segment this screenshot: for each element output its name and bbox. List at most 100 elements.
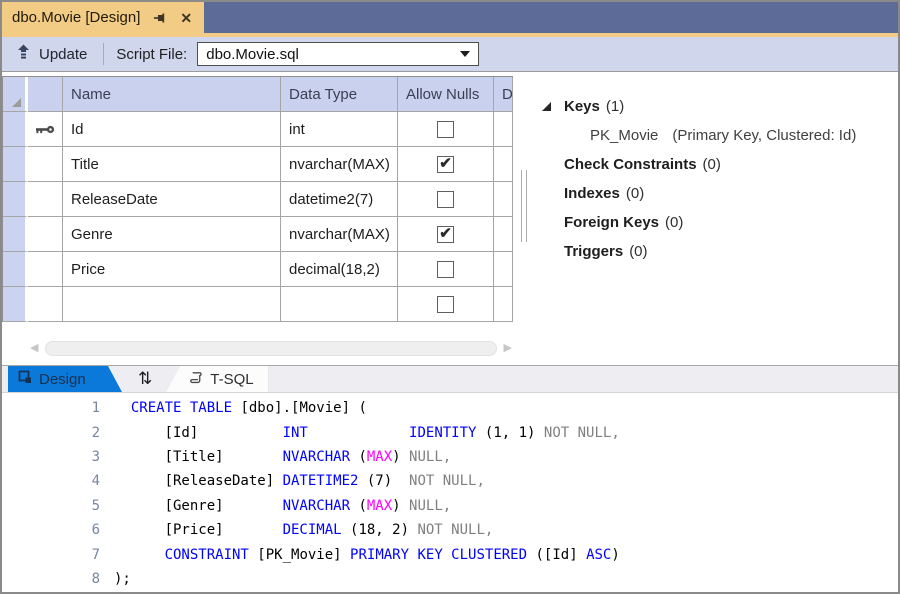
splitter-grip[interactable] <box>521 170 527 242</box>
context-panel-item[interactable]: Triggers(0) <box>542 237 894 266</box>
expander-slot <box>542 102 564 111</box>
context-item-label: Check Constraints <box>564 156 697 173</box>
tsql-code-editor[interactable]: 1 CREATE TABLE [dbo].[Movie] (2 [Id] INT… <box>2 393 898 592</box>
code-token: ( <box>350 498 367 514</box>
row-icon-cell <box>28 182 63 217</box>
code-token: NVARCHAR <box>283 449 350 465</box>
line-number: 3 <box>2 449 100 465</box>
code-token: CREATE TABLE <box>131 400 232 416</box>
allow-nulls-checkbox[interactable] <box>437 296 454 313</box>
grid-cell-name[interactable]: ReleaseDate <box>63 182 281 217</box>
row-icon-cell <box>28 147 63 182</box>
grid-cell-name[interactable]: Genre <box>63 217 281 252</box>
grid-cell-default[interactable] <box>494 112 513 147</box>
code-line: 3 [Title] NVARCHAR (MAX) NULL, <box>2 445 898 469</box>
code-text: CONSTRAINT [PK_Movie] PRIMARY KEY CLUSTE… <box>114 547 620 563</box>
grid-cell-data-type[interactable]: datetime2(7) <box>281 182 398 217</box>
grid-cell-name[interactable]: Id <box>63 112 281 147</box>
script-file-dropdown[interactable]: dbo.Movie.sql <box>197 42 479 66</box>
grid-cell-default[interactable] <box>494 182 513 217</box>
close-icon[interactable]: ✕ <box>180 11 192 25</box>
document-tabstrip: dbo.Movie [Design] ✕ <box>2 2 898 33</box>
grid-horizontal-scrollbar[interactable]: ◀ ▶ <box>30 340 512 357</box>
pushpin-icon[interactable] <box>153 11 167 25</box>
tab-tsql-label: T-SQL <box>210 371 253 388</box>
code-token <box>308 425 409 441</box>
designer-main-area: NameData TypeAllow NullsDefault IdintTitl… <box>2 72 898 365</box>
grid-cell-name[interactable] <box>63 287 281 322</box>
context-item-label: Triggers <box>564 243 623 260</box>
row-selector[interactable] <box>3 252 28 287</box>
code-token: ([Id] <box>527 547 586 563</box>
grid-cell-data-type[interactable]: int <box>281 112 398 147</box>
grid-cell-default[interactable] <box>494 217 513 252</box>
scroll-right-arrow-icon[interactable]: ▶ <box>504 340 512 357</box>
grid-cell-default[interactable] <box>494 287 513 322</box>
expander-triangle-icon[interactable] <box>542 102 551 111</box>
scroll-left-arrow-icon[interactable]: ◀ <box>30 340 38 357</box>
code-token: NULL, <box>409 498 451 514</box>
script-file-label: Script File: <box>116 46 187 63</box>
column-header-name[interactable]: Name <box>63 77 281 112</box>
row-indicator-column-header[interactable] <box>28 77 63 112</box>
row-selector[interactable] <box>3 287 28 322</box>
row-selector[interactable] <box>3 217 28 252</box>
key-detail: (Primary Key, Clustered: Id) <box>672 127 856 144</box>
grid-cell-data-type[interactable] <box>281 287 398 322</box>
row-icon-cell <box>28 287 63 322</box>
code-token: ); <box>114 571 131 587</box>
line-number: 1 <box>2 400 100 416</box>
grid-cell-name[interactable]: Price <box>63 252 281 287</box>
grid-cell-data-type[interactable]: nvarchar(MAX) <box>281 217 398 252</box>
allow-nulls-checkbox[interactable] <box>437 191 454 208</box>
context-panel-item[interactable]: Check Constraints(0) <box>542 150 894 179</box>
grid-cell-data-type[interactable]: nvarchar(MAX) <box>281 147 398 182</box>
grid-cell-allow-nulls <box>398 182 494 217</box>
allow-nulls-checkbox[interactable]: ✔ <box>437 156 454 173</box>
allow-nulls-checkbox[interactable] <box>437 261 454 278</box>
code-token: ) <box>611 547 619 563</box>
context-panel-item[interactable]: Foreign Keys(0) <box>542 208 894 237</box>
row-selector[interactable] <box>3 182 28 217</box>
grid-cell-default[interactable] <box>494 147 513 182</box>
context-panel-item[interactable]: Keys(1) <box>542 92 894 121</box>
grid-cell-default[interactable] <box>494 252 513 287</box>
code-token: [Price] <box>114 522 283 538</box>
code-token: (1, 1) <box>476 425 543 441</box>
swap-panes-icon[interactable]: ⇅ <box>138 369 152 389</box>
code-text: [Id] INT IDENTITY (1, 1) NOT NULL, <box>114 425 620 441</box>
code-text: [Price] DECIMAL (18, 2) NOT NULL, <box>114 522 493 538</box>
grid-cell-name[interactable]: Title <box>63 147 281 182</box>
column-header-allow-nulls[interactable]: Allow Nulls <box>398 77 494 112</box>
line-number: 7 <box>2 547 100 563</box>
grid-cell-allow-nulls: ✔ <box>398 147 494 182</box>
allow-nulls-checkbox[interactable]: ✔ <box>437 226 454 243</box>
document-tab-title: dbo.Movie [Design] <box>12 9 140 26</box>
column-header-data-type[interactable]: Data Type <box>281 77 398 112</box>
code-token: [Genre] <box>114 498 283 514</box>
code-token: NOT NULL, <box>544 425 620 441</box>
tab-design[interactable]: Design <box>8 366 122 392</box>
tsql-script-icon <box>188 370 203 388</box>
row-selector[interactable] <box>3 147 28 182</box>
update-button[interactable]: Update <box>10 42 93 66</box>
design-icon <box>18 370 32 388</box>
context-panel-item[interactable]: Indexes(0) <box>542 179 894 208</box>
update-icon <box>16 44 31 64</box>
context-panel-child-item[interactable]: PK_Movie(Primary Key, Clustered: Id) <box>542 121 894 150</box>
tab-tsql[interactable]: T-SQL <box>166 366 268 392</box>
code-token: NVARCHAR <box>283 498 350 514</box>
scrollbar-thumb[interactable] <box>45 341 496 356</box>
code-line: 7 CONSTRAINT [PK_Movie] PRIMARY KEY CLUS… <box>2 542 898 566</box>
toolbar-separator <box>103 43 104 65</box>
code-token: ) <box>392 449 409 465</box>
code-token: ( <box>350 449 367 465</box>
grid-cell-allow-nulls <box>398 112 494 147</box>
grid-corner-header[interactable] <box>3 77 28 112</box>
column-header-default[interactable]: Default <box>494 77 513 112</box>
row-selector[interactable] <box>3 112 28 147</box>
dropdown-arrow-icon <box>460 51 470 57</box>
document-tab[interactable]: dbo.Movie [Design] ✕ <box>2 2 204 33</box>
grid-cell-data-type[interactable]: decimal(18,2) <box>281 252 398 287</box>
allow-nulls-checkbox[interactable] <box>437 121 454 138</box>
